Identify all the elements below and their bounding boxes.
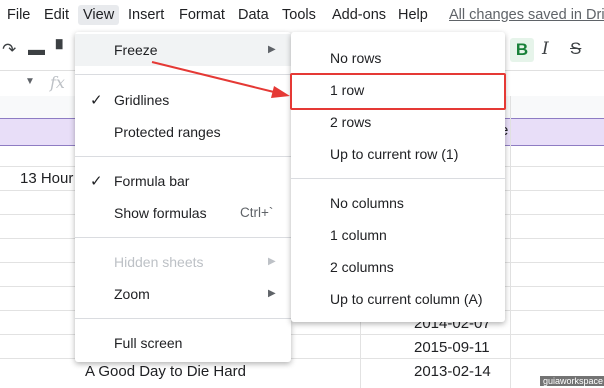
annotation-arrow-line <box>151 61 279 94</box>
annotation-arrow-head <box>271 86 290 98</box>
annotation-arrow <box>151 61 290 98</box>
watermark: guiaworkspace <box>540 376 604 386</box>
